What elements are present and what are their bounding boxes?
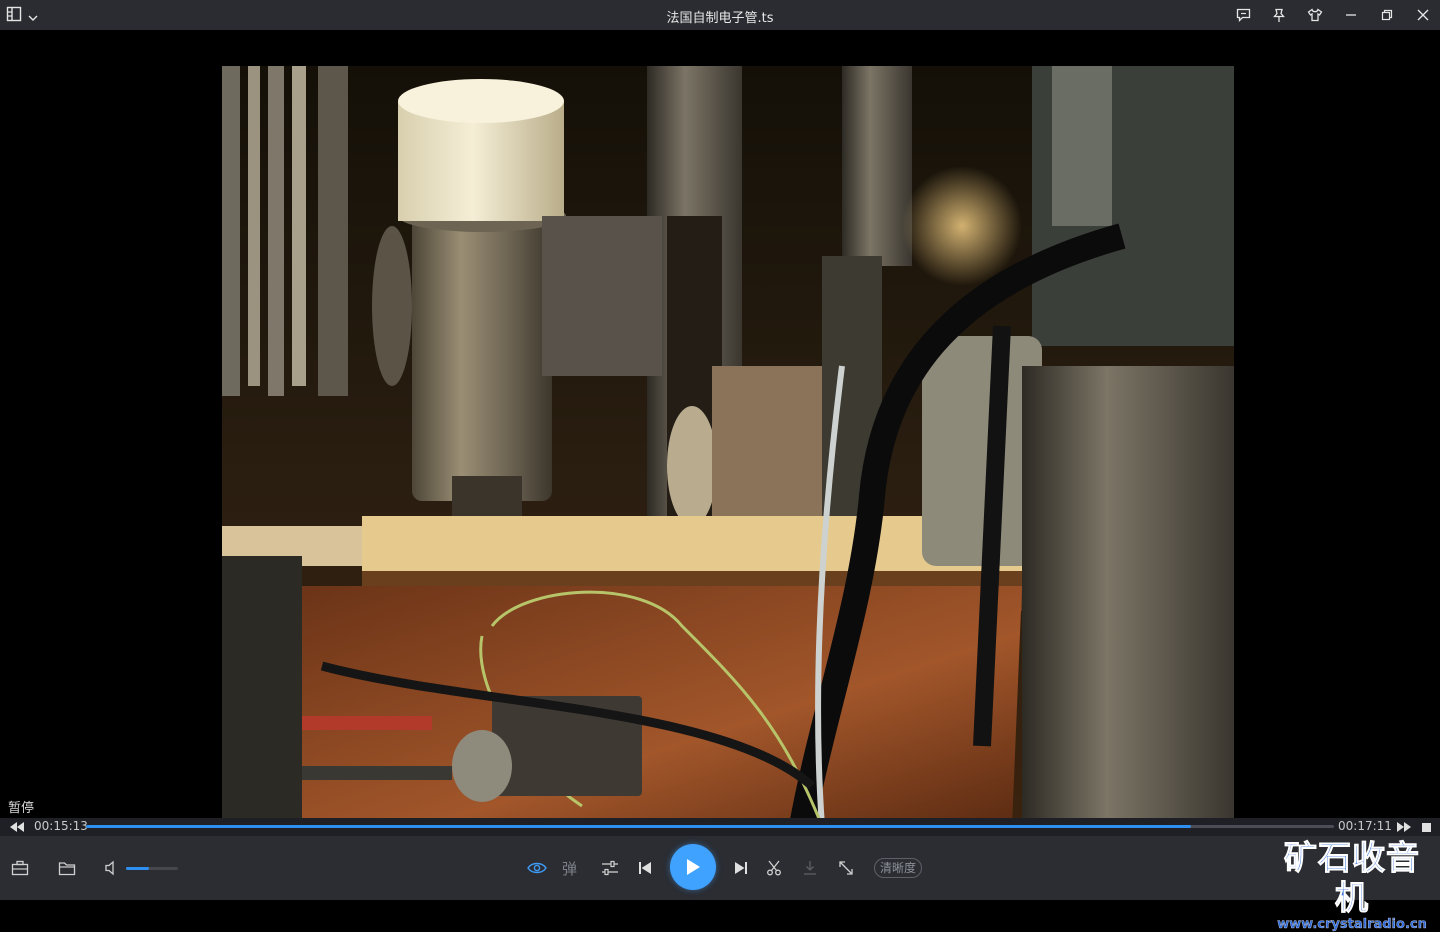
restore-icon: [1381, 9, 1393, 21]
title-bar: 法国自制电子管.ts: [0, 0, 1440, 30]
fullscreen-button[interactable]: [834, 856, 858, 880]
skip-next-icon: [735, 862, 747, 874]
total-time: 00:17:11: [1338, 819, 1392, 833]
previous-button[interactable]: [633, 856, 657, 880]
feedback-icon: [1236, 8, 1250, 22]
feedback-button[interactable]: [1232, 4, 1254, 26]
fast-forward-button[interactable]: [1393, 816, 1415, 838]
current-time: 00:15:13: [34, 819, 88, 833]
skin-icon: [1307, 8, 1323, 22]
download-button[interactable]: [798, 856, 822, 880]
mute-button[interactable]: [100, 856, 124, 880]
watermark-name: 矿石收音机: [1284, 838, 1420, 918]
window-title: 法国自制电子管.ts: [666, 11, 774, 26]
toolbox-button[interactable]: [8, 856, 32, 880]
sliders-icon: [602, 860, 618, 876]
play-button[interactable]: [670, 844, 716, 890]
expand-icon: [839, 861, 853, 875]
progress-row: 00:15:13 00:17:11: [0, 818, 1440, 836]
rewind-button[interactable]: [6, 816, 28, 838]
fast-forward-icon: [1397, 822, 1411, 832]
eye-protection-button[interactable]: [525, 856, 549, 880]
volume-slider-fill: [126, 867, 150, 870]
close-icon: [1417, 9, 1429, 21]
rewind-icon: [10, 822, 24, 832]
video-frame[interactable]: [222, 66, 1234, 826]
pin-icon: [1273, 8, 1285, 22]
volume-slider[interactable]: [126, 867, 178, 870]
toolbox-icon: [11, 860, 29, 876]
minimize-icon: [1346, 14, 1356, 16]
settings-button[interactable]: [598, 856, 622, 880]
close-button[interactable]: [1412, 4, 1434, 26]
skin-button[interactable]: [1304, 4, 1326, 26]
folder-icon: [58, 861, 76, 875]
skip-previous-icon: [639, 862, 651, 874]
seek-bar[interactable]: [86, 825, 1334, 828]
download-icon: [804, 861, 816, 875]
minimize-button[interactable]: [1340, 4, 1362, 26]
quality-button[interactable]: 清晰度: [874, 858, 923, 878]
next-button[interactable]: [729, 856, 753, 880]
danmaku-button[interactable]: 弹: [562, 858, 577, 879]
clip-button[interactable]: [762, 856, 786, 880]
site-watermark: 矿石收音机 www.crystalradio.cn: [1270, 838, 1434, 932]
scissors-icon: [767, 860, 781, 876]
playback-status: 暂停: [8, 801, 35, 816]
volume-icon: [105, 860, 114, 876]
eye-icon: [527, 862, 547, 874]
stop-icon: [1421, 822, 1431, 832]
video-area[interactable]: [0, 30, 1440, 826]
video-frame-image: [222, 66, 1234, 826]
control-bar: 弹 清晰度: [0, 836, 1440, 900]
restore-button[interactable]: [1376, 4, 1398, 26]
watermark-url: www.crystalradio.cn: [1277, 917, 1427, 932]
pin-button[interactable]: [1268, 4, 1290, 26]
open-file-button[interactable]: [55, 856, 79, 880]
stop-button[interactable]: [1415, 816, 1437, 838]
play-icon: [687, 859, 700, 875]
seek-bar-fill: [86, 825, 1192, 828]
